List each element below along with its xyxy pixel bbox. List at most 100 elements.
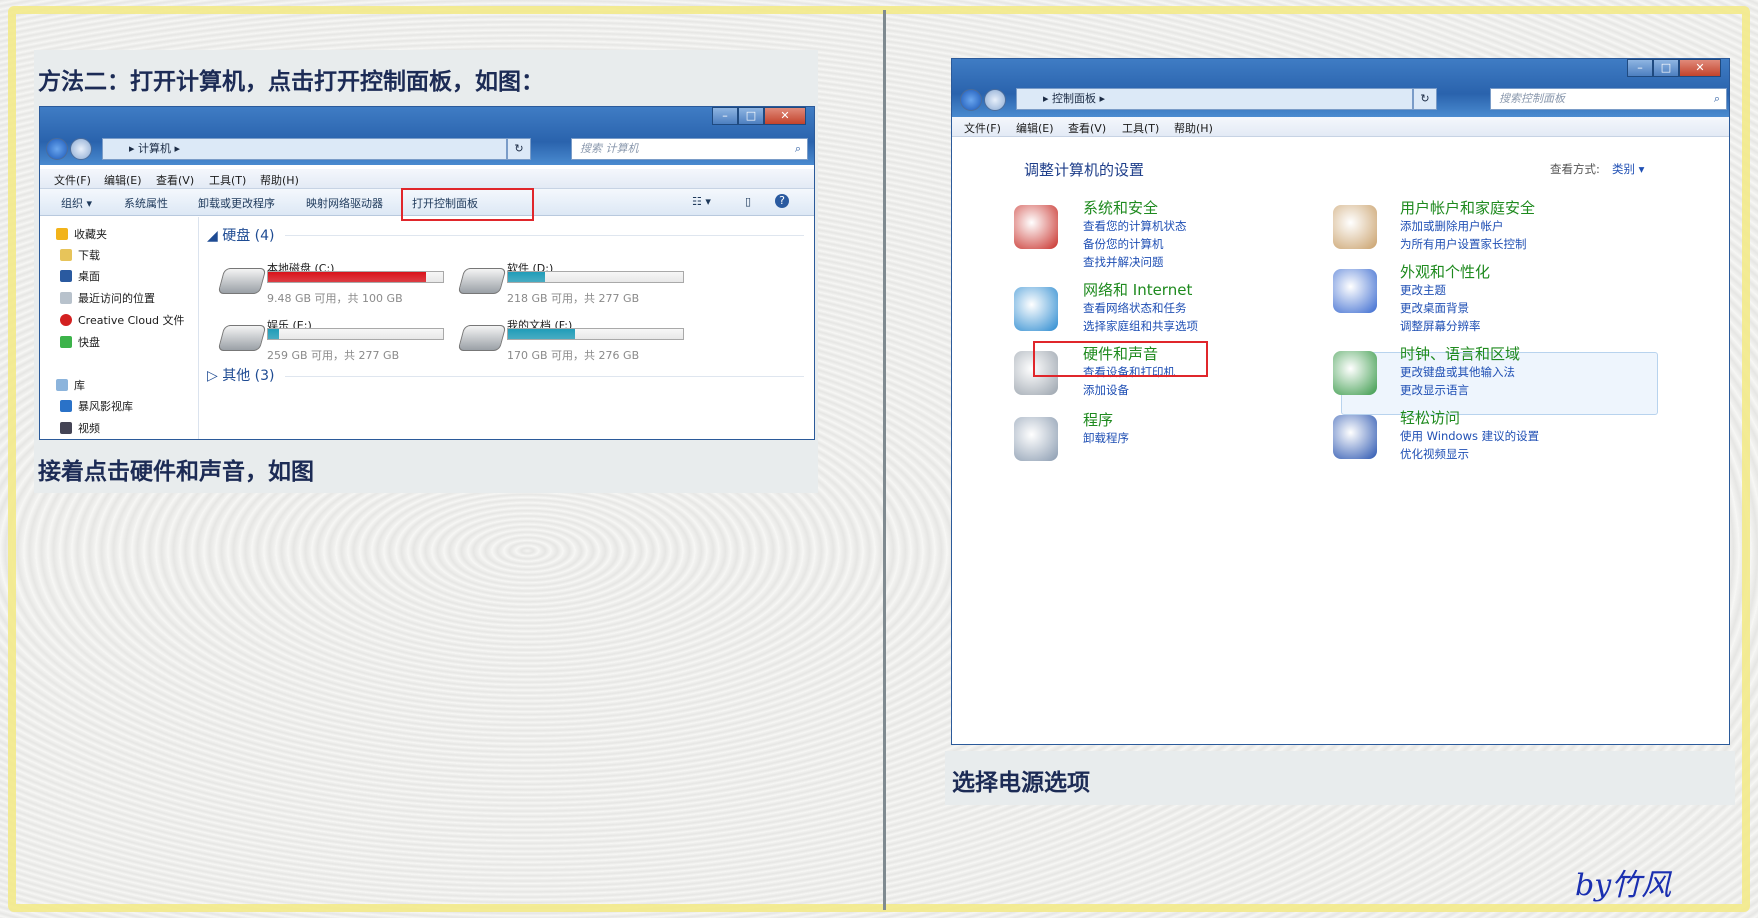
window-controls: – □ ✕ [1627, 59, 1721, 77]
menu-tools[interactable]: 工具(T) [209, 172, 246, 188]
drive-free-space: 259 GB 可用，共 277 GB [267, 349, 400, 362]
category-user-accounts[interactable]: 用户帐户和家庭安全 [1400, 197, 1535, 218]
category-link[interactable]: 更改桌面背景 [1400, 300, 1469, 316]
nav-recent-places[interactable]: 最近访问的位置 [60, 290, 155, 306]
nav-creative-cloud[interactable]: Creative Cloud 文件 [60, 312, 185, 328]
category-network-internet[interactable]: 网络和 Internet [1083, 279, 1192, 300]
view-by-label: 查看方式: [1550, 162, 1600, 176]
category-link[interactable]: 添加或删除用户帐户 [1400, 218, 1504, 234]
search-placeholder: 搜索 计算机 [580, 142, 639, 155]
ease-of-access-icon[interactable] [1333, 415, 1377, 459]
drive-free-space: 218 GB 可用，共 277 GB [507, 292, 640, 305]
page-heading: 调整计算机的设置 [1024, 161, 1145, 179]
drive-usage-fill [268, 329, 280, 339]
menu-tools[interactable]: 工具(T) [1122, 120, 1159, 136]
category-link[interactable]: 备份您的计算机 [1083, 236, 1164, 252]
search-input[interactable]: 搜索 计算机 ⌕ [571, 138, 808, 160]
help-icon[interactable]: ? [775, 194, 789, 208]
refresh-button[interactable]: ↻ [507, 138, 531, 160]
search-input[interactable]: 搜索控制面板 ⌕ [1490, 88, 1727, 110]
nav-baofeng-library[interactable]: 暴风影视库 [60, 398, 133, 414]
nav-videos[interactable]: 视频 [60, 420, 100, 436]
category-link[interactable]: 查找并解决问题 [1083, 254, 1164, 270]
back-button[interactable] [960, 89, 982, 111]
window-controls: – □ ✕ [712, 107, 806, 125]
appearance-icon[interactable] [1333, 269, 1377, 313]
category-system-security[interactable]: 系统和安全 [1083, 197, 1158, 218]
system-security-icon[interactable] [1014, 205, 1058, 249]
forward-button[interactable] [984, 89, 1006, 111]
drive-usage-fill [268, 272, 427, 282]
close-button[interactable]: ✕ [1679, 59, 1721, 77]
breadcrumb-control-panel[interactable]: 控制面板 [1052, 92, 1096, 105]
category-link[interactable]: 使用 Windows 建议的设置 [1400, 428, 1539, 444]
category-ease-of-access[interactable]: 轻松访问 [1400, 407, 1460, 428]
breadcrumb-computer[interactable]: 计算机 [138, 142, 171, 155]
view-by-dropdown[interactable]: 类别 ▾ [1612, 161, 1644, 177]
programs-icon[interactable] [1014, 417, 1058, 461]
category-link[interactable]: 更改主题 [1400, 282, 1446, 298]
address-bar[interactable]: ▸ 控制面板 ▸ [1016, 88, 1413, 110]
minimize-button[interactable]: – [712, 107, 738, 125]
menu-edit[interactable]: 编辑(E) [1016, 120, 1054, 136]
drive-icon[interactable] [457, 268, 507, 294]
organize-button[interactable]: 组织 ▾ [61, 195, 92, 211]
highlight-hardware-and-sound [1033, 341, 1208, 377]
group-hard-disks[interactable]: ◢ 硬盘 (4) [207, 225, 275, 245]
menu-help[interactable]: 帮助(H) [1174, 120, 1213, 136]
nav-favorites[interactable]: 收藏夹 [56, 226, 107, 242]
refresh-button[interactable]: ↻ [1413, 88, 1437, 110]
category-link[interactable]: 调整屏幕分辨率 [1400, 318, 1481, 334]
category-link[interactable]: 更改显示语言 [1400, 382, 1469, 398]
category-link[interactable]: 优化视频显示 [1400, 446, 1469, 462]
category-link[interactable]: 查看您的计算机状态 [1083, 218, 1187, 234]
category-programs[interactable]: 程序 [1083, 409, 1113, 430]
menu-edit[interactable]: 编辑(E) [104, 172, 142, 188]
drive-icon[interactable] [217, 325, 267, 351]
uninstall-program-button[interactable]: 卸载或更改程序 [198, 195, 275, 211]
nav-downloads[interactable]: 下载 [60, 247, 100, 263]
group-divider [285, 235, 804, 236]
divider [883, 10, 886, 910]
category-appearance[interactable]: 外观和个性化 [1400, 261, 1490, 282]
video-library-icon [60, 400, 72, 412]
search-icon: ⌕ [794, 142, 801, 155]
drive-icon[interactable] [217, 268, 267, 294]
system-properties-button[interactable]: 系统属性 [124, 195, 168, 211]
drive-usage-bar [267, 328, 444, 340]
preview-pane-icon[interactable]: ▯ [745, 195, 751, 208]
step-title: 方法二：打开计算机，点击打开控制面板，如图： [38, 68, 544, 95]
control-panel-window: – □ ✕ ▸ 控制面板 ▸ ↻ 搜索控制面板 ⌕ 文件(F) 编辑(E) 查看(V)… [951, 58, 1730, 745]
category-link[interactable]: 选择家庭组和共享选项 [1083, 318, 1198, 334]
menu-file[interactable]: 文件(F) [964, 120, 1001, 136]
close-button[interactable]: ✕ [764, 107, 806, 125]
nav-desktop[interactable]: 桌面 [60, 268, 100, 284]
map-network-drive-button[interactable]: 映射网络驱动器 [306, 195, 383, 211]
category-clock-language-region[interactable]: 时钟、语言和区域 [1400, 343, 1520, 364]
drive-icon[interactable] [457, 325, 507, 351]
category-link[interactable]: 添加设备 [1083, 382, 1129, 398]
category-link[interactable]: 卸载程序 [1083, 430, 1129, 446]
clock-language-region-icon[interactable] [1333, 351, 1377, 395]
drive-usage-fill [508, 272, 545, 282]
menu-view[interactable]: 查看(V) [1068, 120, 1106, 136]
back-button[interactable] [46, 138, 68, 160]
view-options-icon[interactable]: ☷ ▾ [692, 195, 711, 208]
address-bar[interactable]: ▸ 计算机 ▸ [102, 138, 507, 160]
category-link[interactable]: 更改键盘或其他输入法 [1400, 364, 1515, 380]
nav-kuaipan[interactable]: 快盘 [60, 334, 100, 350]
menu-view[interactable]: 查看(V) [156, 172, 194, 188]
user-accounts-icon[interactable] [1333, 205, 1377, 249]
maximize-button[interactable]: □ [1653, 59, 1679, 77]
category-link[interactable]: 为所有用户设置家长控制 [1400, 236, 1527, 252]
minimize-button[interactable]: – [1627, 59, 1653, 77]
category-link[interactable]: 查看网络状态和任务 [1083, 300, 1187, 316]
group-other[interactable]: ▷ 其他 (3) [207, 365, 275, 385]
forward-button[interactable] [70, 138, 92, 160]
nav-libraries[interactable]: 库 [56, 377, 85, 393]
network-internet-icon[interactable] [1014, 287, 1058, 331]
menu-file[interactable]: 文件(F) [54, 172, 91, 188]
maximize-button[interactable]: □ [738, 107, 764, 125]
menu-help[interactable]: 帮助(H) [260, 172, 299, 188]
drive-free-space: 170 GB 可用，共 276 GB [507, 349, 640, 362]
